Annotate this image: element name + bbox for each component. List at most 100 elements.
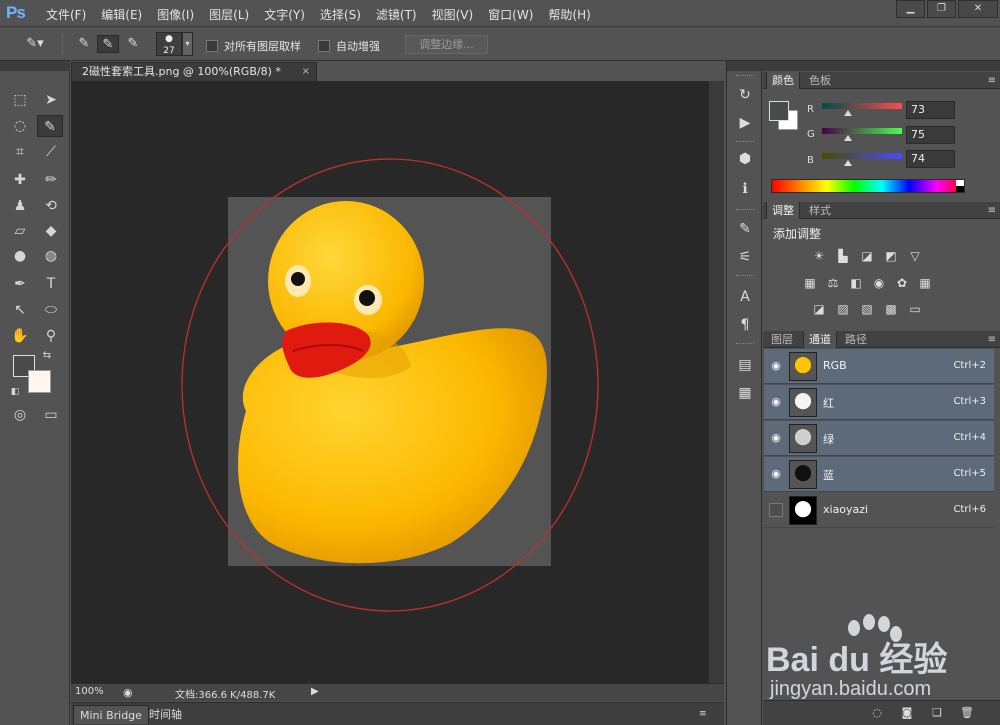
vertical-scrollbar[interactable] <box>708 81 724 683</box>
tab-styles[interactable]: 样式 <box>804 202 836 219</box>
blue-slider[interactable] <box>822 153 902 166</box>
move-tool-icon[interactable]: ➤ <box>38 89 64 111</box>
menu-layer[interactable]: 图层(L) <box>209 6 249 23</box>
save-selection-icon[interactable]: ◙ <box>899 706 915 720</box>
tab-channels[interactable]: 通道 <box>803 331 837 348</box>
close-button[interactable]: ✕ <box>958 0 998 18</box>
notes-panel-icon[interactable]: ▦ <box>733 383 757 403</box>
marquee-tool-icon[interactable]: ⬚ <box>7 89 33 111</box>
history-panel-icon[interactable]: ↻ <box>733 85 757 105</box>
tab-swatches[interactable]: 色板 <box>804 72 836 89</box>
eyedropper-tool-icon[interactable]: ⟋ <box>38 141 64 163</box>
hand-tool-icon[interactable]: ✋ <box>7 325 33 347</box>
healing-brush-tool-icon[interactable]: ✚ <box>7 169 33 191</box>
blue-value-input[interactable]: 74 <box>906 150 955 168</box>
dock-grip[interactable] <box>736 343 754 346</box>
checkbox-box[interactable] <box>318 40 330 52</box>
menu-file[interactable]: 文件(F) <box>46 6 86 23</box>
clone-source-icon[interactable]: ⚟ <box>733 247 757 267</box>
channel-row-blue[interactable]: ◉ 蓝 Ctrl+5 <box>764 457 994 492</box>
dock-grip[interactable] <box>736 275 754 278</box>
actions-panel-icon[interactable]: ▶ <box>733 113 757 133</box>
slider-thumb[interactable] <box>844 135 852 141</box>
channel-row-rgb[interactable]: ◉ RGB Ctrl+2 <box>764 349 994 384</box>
tab-layers[interactable]: 图层 <box>766 331 798 348</box>
dock-grip[interactable] <box>736 209 754 212</box>
red-slider[interactable] <box>822 103 902 116</box>
color-foreground-swatch[interactable] <box>769 101 789 121</box>
tab-color[interactable]: 颜色 <box>766 72 800 89</box>
hue-saturation-icon[interactable]: ▦ <box>801 275 819 291</box>
levels-icon[interactable]: ▙ <box>834 248 852 264</box>
swap-colors-icon[interactable]: ⇆ <box>40 349 54 363</box>
channel-row-green[interactable]: ◉ 绿 Ctrl+4 <box>764 421 994 456</box>
clone-stamp-tool-icon[interactable]: ♟ <box>7 195 33 217</box>
new-channel-icon[interactable]: ❏ <box>929 706 945 720</box>
menu-filter[interactable]: 滤镜(T) <box>376 6 417 23</box>
selective-color-icon[interactable]: ▭ <box>906 301 924 317</box>
quick-mask-icon[interactable]: ◎ <box>7 404 33 426</box>
history-brush-tool-icon[interactable]: ⟲ <box>38 195 64 217</box>
add-to-selection-icon[interactable]: ✎ <box>97 35 119 53</box>
gradient-map-icon[interactable]: ▩ <box>882 301 900 317</box>
delete-channel-icon[interactable]: 🗑 <box>959 706 975 720</box>
channel-mixer-icon[interactable]: ✿ <box>893 275 911 291</box>
invert-icon[interactable]: ◪ <box>810 301 828 317</box>
green-value-input[interactable]: 75 <box>906 126 955 144</box>
info-panel-icon[interactable]: ℹ <box>733 179 757 199</box>
tab-paths[interactable]: 路径 <box>840 331 872 348</box>
eye-icon[interactable]: ◉ <box>769 431 783 445</box>
menu-view[interactable]: 视图(V) <box>432 6 474 23</box>
tab-mini-bridge[interactable]: Mini Bridge <box>73 705 149 724</box>
green-slider[interactable] <box>822 128 902 141</box>
screen-mode-icon[interactable]: ▭ <box>38 404 64 426</box>
slider-thumb[interactable] <box>844 110 852 116</box>
load-selection-icon[interactable]: ◌ <box>869 706 885 720</box>
document-tab[interactable]: 2磁性套索工具.png @ 100%(RGB/8) * × <box>71 62 317 81</box>
color-lookup-icon[interactable]: ▦ <box>916 275 934 291</box>
chevron-down-icon[interactable]: ▾ <box>182 32 193 56</box>
dock-grip[interactable] <box>736 75 754 78</box>
tool-preset-picker-icon[interactable]: ✎▾ <box>18 35 52 53</box>
tab-adjustments[interactable]: 调整 <box>766 202 800 219</box>
eraser-tool-icon[interactable]: ▱ <box>7 220 33 242</box>
paragraph-panel-icon[interactable]: ¶ <box>733 315 757 335</box>
slider-thumb[interactable] <box>844 160 852 166</box>
panel-menu-icon[interactable]: ≡ <box>699 705 707 724</box>
refine-edge-button[interactable]: 调整边缘... <box>405 35 488 54</box>
dock-header[interactable] <box>727 61 763 71</box>
exposure-icon[interactable]: ◩ <box>882 248 900 264</box>
dock-grip[interactable] <box>736 141 754 144</box>
status-info-icon[interactable]: ◉ <box>123 686 133 699</box>
color-spectrum-bar[interactable] <box>771 179 965 193</box>
tab-timeline[interactable]: 时间轴 <box>143 705 188 724</box>
curves-icon[interactable]: ◪ <box>858 248 876 264</box>
type-tool-icon[interactable]: T <box>38 273 64 295</box>
panel-menu-icon[interactable]: ≡ <box>988 202 996 219</box>
menu-image[interactable]: 图像(I) <box>157 6 194 23</box>
red-value-input[interactable]: 73 <box>906 101 955 119</box>
threshold-icon[interactable]: ▧ <box>858 301 876 317</box>
crop-tool-icon[interactable]: ⌗ <box>7 141 33 163</box>
paint-bucket-tool-icon[interactable]: ◆ <box>38 220 64 242</box>
brush-tool-icon[interactable]: ✏ <box>38 169 64 191</box>
eye-icon[interactable]: ◉ <box>769 467 783 481</box>
close-tab-icon[interactable]: × <box>302 63 310 81</box>
status-menu-arrow-icon[interactable]: ▶ <box>311 686 319 697</box>
minimize-button[interactable]: ▁ <box>896 0 925 18</box>
menu-type[interactable]: 文字(Y) <box>264 6 305 23</box>
new-selection-icon[interactable]: ✎ <box>74 35 94 53</box>
blur-tool-icon[interactable]: ● <box>7 245 33 267</box>
panel-menu-icon[interactable]: ≡ <box>988 331 996 348</box>
menu-window[interactable]: 窗口(W) <box>488 6 533 23</box>
pen-tool-icon[interactable]: ✒ <box>7 273 33 295</box>
eye-icon[interactable]: ◉ <box>769 395 783 409</box>
canvas-area[interactable] <box>71 81 708 683</box>
subtract-from-selection-icon[interactable]: ✎ <box>123 35 143 53</box>
eye-icon[interactable]: ◉ <box>769 359 783 373</box>
menu-help[interactable]: 帮助(H) <box>548 6 590 23</box>
color-balance-icon[interactable]: ⚖ <box>824 275 842 291</box>
brightness-contrast-icon[interactable]: ☀ <box>810 248 828 264</box>
dodge-tool-icon[interactable]: ◍ <box>38 245 64 267</box>
menu-select[interactable]: 选择(S) <box>320 6 361 23</box>
